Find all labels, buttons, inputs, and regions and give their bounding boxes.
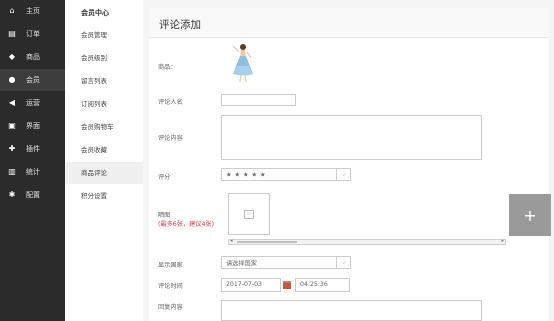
add-image-button[interactable]: + [509,194,551,236]
nav-item-label: 商品 [26,53,40,61]
image-placeholder-icon: ▫ [244,210,254,219]
nav-item-plugins[interactable]: ✚ 插件 [0,138,65,160]
horizontal-scrollbar[interactable]: ◂ ▸ [228,238,506,245]
images-hint: (最多6张，建议4张) [158,221,215,228]
box-icon: ◆ [8,52,16,61]
country-label: 显示国家 [158,262,183,269]
images-label: 晒图 [158,212,171,219]
review-content-label: 评论内容 [158,135,183,142]
scroll-right-icon[interactable]: ▸ [501,238,504,244]
nav-item-label: 界面 [26,122,40,130]
reviewer-name-input[interactable] [221,94,296,106]
bar-chart-icon: ▥ [8,167,16,176]
calendar-icon[interactable] [283,281,291,289]
product-image [232,44,253,83]
nav-item-label: 会员 [26,76,40,84]
rating-select[interactable]: ★ ★ ★ ★ ★ ⌵ [221,168,351,181]
page-title: 评论添加 [159,19,201,31]
review-time-label: 评论时间 [158,283,183,290]
nav-item-label: 插件 [26,145,40,153]
reply-content-label: 回复内容 [158,304,183,311]
subnav-item-member-management[interactable]: 会员管理 [65,24,143,46]
chevron-down-icon: ⌵ [336,169,350,180]
nav-item-orders[interactable]: ▤ 订单 [0,23,65,45]
subnav-item-member-cart[interactable]: 会员购物车 [65,116,143,138]
puzzle-icon: ✚ [8,144,16,153]
home-icon: ⌂ [9,6,15,15]
review-form: 商品： 评论人名 评论内容 评分 ★ ★ ★ ★ ★ ⌵ 晒图 (最多6张，建议… [149,38,549,321]
subnav-item-member-favorites[interactable]: 会员收藏 [65,139,143,161]
user-icon: ● [8,75,16,84]
reply-content-textarea[interactable] [221,300,482,321]
chevron-down-icon: ⌵ [336,257,350,268]
nav-item-interface[interactable]: ▣ 界面 [0,115,65,137]
country-select[interactable]: 请选择国家 ⌵ [221,256,351,269]
subnav: 会员中心 会员管理 会员级别 留言列表 订阅列表 会员购物车 会员收藏 商品评论… [65,0,143,321]
nav-item-home[interactable]: ⌂ 主页 [0,0,65,22]
nav-item-label: 订单 [26,30,40,38]
main-content: 评论添加 商品： 评论人名 评论内容 评分 ★ ★ ★ ★ ★ ⌵ 晒图 (最多… [143,0,554,321]
subnav-item-product-reviews[interactable]: 商品评论 [65,162,143,184]
subnav-item-messages[interactable]: 留言列表 [65,70,143,92]
window-icon: ▣ [8,121,16,130]
nav-item-settings[interactable]: ✱ 配置 [0,184,65,206]
subnav-item-subscriptions[interactable]: 订阅列表 [65,93,143,115]
country-select-value: 请选择国家 [226,260,257,267]
document-icon: ▤ [8,29,16,38]
rating-label: 评分 [158,174,171,181]
review-content-textarea[interactable] [221,115,482,160]
nav-item-label: 主页 [26,7,40,15]
nav-item-statistics[interactable]: ▥ 统计 [0,161,65,183]
reviewer-name-label: 评论人名 [158,99,183,106]
nav-item-label: 运营 [26,99,40,107]
image-upload-slot[interactable]: ▫ [228,193,270,235]
megaphone-icon: ◀ [8,98,16,107]
subnav-title: 会员中心 [81,9,109,17]
scrollbar-thumb[interactable] [237,241,297,243]
page-header: 评论添加 [149,8,549,38]
nav-item-label: 统计 [26,168,40,176]
nav-item-members[interactable]: ● 会员 [0,69,65,91]
product-label: 商品： [158,64,177,71]
review-date-input[interactable]: 2017-07-03 [221,278,281,292]
nav-item-products[interactable]: ◆ 商品 [0,46,65,68]
rating-stars: ★ ★ ★ ★ ★ [226,171,267,178]
nav-item-operations[interactable]: ◀ 运营 [0,92,65,114]
scroll-left-icon[interactable]: ◂ [230,238,233,244]
sidebar: ⌂ 主页 ▤ 订单 ◆ 商品 ● 会员 ◀ 运营 ▣ 界面 ✚ 插件 ▥ 统计 … [0,0,65,321]
subnav-item-member-levels[interactable]: 会员级别 [65,47,143,69]
subnav-item-points-settings[interactable]: 积分设置 [65,185,143,207]
review-time-input[interactable]: 04:25:36 [295,278,350,292]
gear-icon: ✱ [8,190,16,199]
nav-item-label: 配置 [26,191,40,199]
